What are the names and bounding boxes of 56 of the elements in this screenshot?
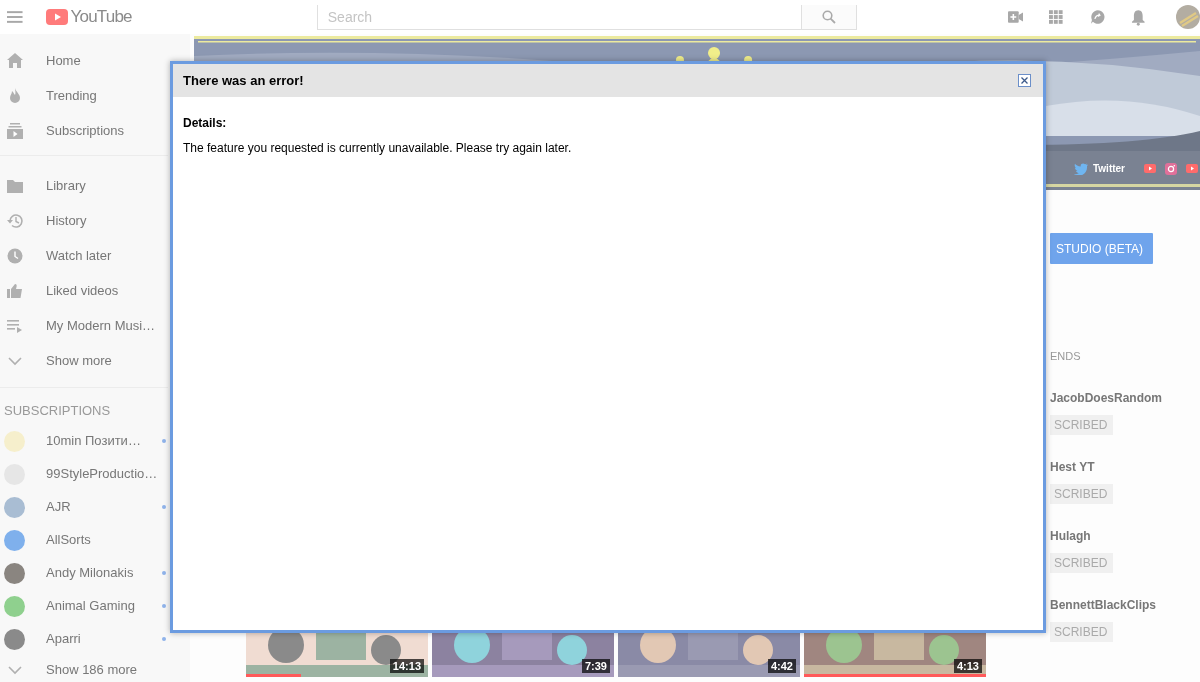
youtube-logo[interactable]: YouTube [45, 4, 132, 30]
subscription-item[interactable]: AllSorts [0, 523, 168, 557]
subscriptions-icon [6, 121, 24, 140]
play-icon[interactable] [1144, 164, 1156, 173]
subscription-item[interactable]: AJR [0, 490, 168, 524]
video-thumbnail[interactable]: 7:39 [432, 630, 614, 677]
twitter-link[interactable]: Twitter [1073, 161, 1125, 176]
video-duration: 4:13 [953, 659, 982, 673]
channel-name[interactable]: Hulagh [1050, 526, 1091, 545]
history-icon [6, 211, 24, 230]
sidebar-item[interactable]: Home [0, 43, 168, 78]
bird-icon [1073, 162, 1088, 175]
avatar[interactable] [1176, 5, 1200, 29]
details-label: Details: [183, 115, 228, 132]
sidebar-item[interactable]: Trending [0, 78, 168, 113]
sidebar-item[interactable]: History [0, 203, 168, 238]
menu-icon[interactable] [7, 10, 23, 24]
sidebar-item[interactable]: Watch later [0, 238, 168, 273]
video-thumbnail[interactable]: 4:42 [618, 630, 800, 677]
sidebar-item[interactable]: Liked videos [0, 273, 168, 308]
play-icon[interactable] [1186, 164, 1198, 173]
error-message: The feature you requested is currently unavailable. Please try again later. [183, 140, 573, 157]
subscription-item[interactable]: Andy Milonakis [0, 556, 168, 590]
clock-icon [6, 246, 24, 265]
sidebar-item[interactable]: Library [0, 168, 168, 203]
sidebar-item[interactable]: Subscriptions [0, 113, 168, 148]
video-duration: 4:42 [767, 659, 796, 673]
video-thumbnail[interactable]: 4:13 [804, 630, 986, 677]
search-button[interactable] [802, 4, 857, 30]
messages-icon[interactable] [1089, 9, 1106, 25]
thumbs-up-icon [6, 281, 24, 300]
subscription-item[interactable]: Animal Gaming [0, 589, 168, 623]
subscription-item[interactable]: 10min Позити… [0, 424, 168, 458]
video-duration: 7:39 [581, 659, 610, 673]
dialog-title: There was an error! [183, 71, 304, 90]
close-icon [1021, 77, 1028, 84]
subscription-item[interactable]: 99StyleProductio… [0, 457, 168, 491]
channel-name[interactable]: Hest YT [1050, 457, 1095, 476]
home-icon [6, 51, 24, 70]
section-heading: SUBSCRIPTIONS [3, 402, 112, 420]
subscription-item[interactable]: Aparri [0, 622, 168, 656]
video-duration: 14:13 [389, 659, 424, 673]
bell-icon[interactable] [1131, 8, 1146, 26]
sidebar-item[interactable]: Show 186 more [0, 655, 168, 682]
search-icon [822, 9, 836, 24]
close-button[interactable] [1018, 74, 1031, 87]
studio-button[interactable]: STUDIO (BETA) [1050, 233, 1154, 264]
section-heading: ENDS [1050, 349, 1081, 364]
video-camera-plus-icon[interactable] [1007, 11, 1024, 23]
video-thumbnail[interactable]: 14:13 [246, 630, 428, 677]
sidebar-item[interactable]: My Modern Musi… [0, 308, 168, 343]
sidebar-item[interactable]: Show more [0, 343, 168, 378]
search-field[interactable]: Search [316, 4, 803, 30]
apps-grid-icon[interactable] [1049, 10, 1063, 24]
channel-name[interactable]: BennettBlackClips [1050, 595, 1157, 614]
channel-name[interactable]: JacobDoesRandom [1050, 388, 1163, 407]
